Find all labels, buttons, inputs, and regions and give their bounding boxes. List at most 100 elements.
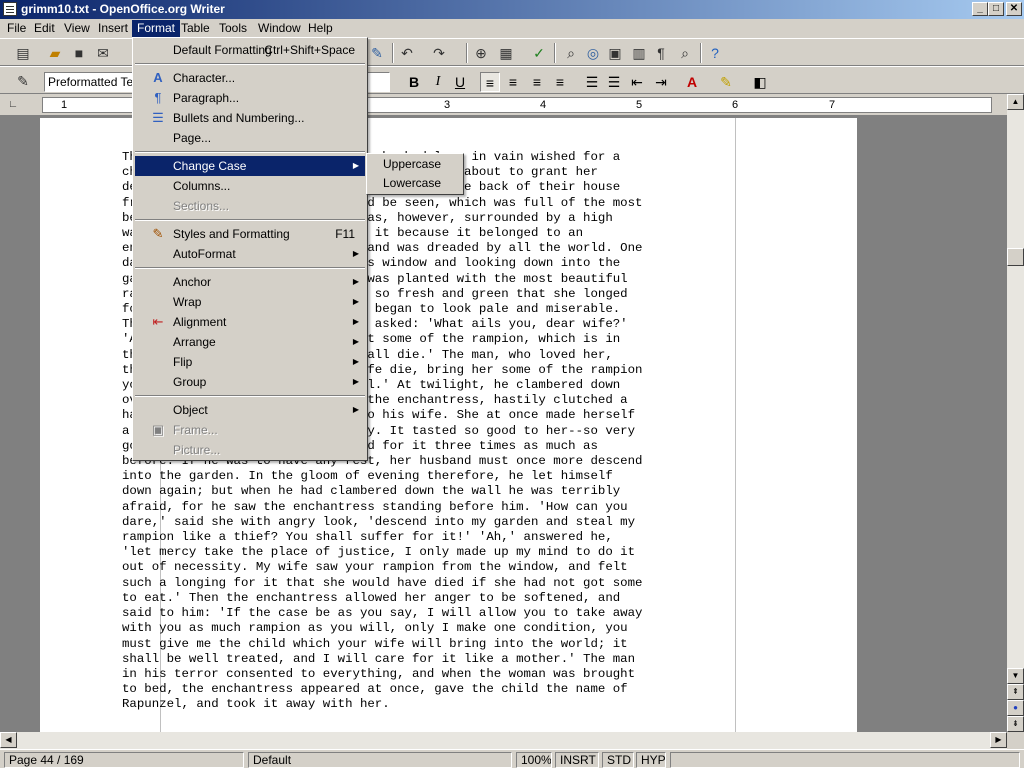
undo-icon[interactable]: ↶ <box>398 44 416 62</box>
frame-icon: ▣ <box>151 422 165 437</box>
menu-table[interactable]: Table <box>176 20 215 37</box>
vertical-scrollbar[interactable]: ▲ ▼ ⇞ ● ⇟ <box>1007 94 1024 732</box>
ruler-tick: 6 <box>732 99 739 111</box>
page-style[interactable]: Default <box>248 752 512 768</box>
bold-button[interactable]: B <box>404 72 424 92</box>
insert-mode[interactable]: INSRT <box>555 752 599 768</box>
submenu-arrow-icon: ▶ <box>352 337 359 346</box>
gallery-icon[interactable]: ▣ <box>606 44 624 62</box>
new-document-icon[interactable]: ▤ <box>14 44 32 62</box>
menu-alignment[interactable]: ⇤ Alignment ▶ <box>135 312 365 332</box>
horizontal-scrollbar[interactable]: ◀ ▶ <box>0 732 1007 749</box>
menu-autoformat[interactable]: AutoFormat ▶ <box>135 244 365 264</box>
menu-wrap[interactable]: Wrap ▶ <box>135 292 365 312</box>
menu-view[interactable]: View <box>59 20 95 37</box>
decrease-indent-button[interactable]: ⇤ <box>627 72 647 92</box>
menu-arrange[interactable]: Arrange ▶ <box>135 332 365 352</box>
previous-page-icon[interactable]: ⇞ <box>1007 684 1024 700</box>
character-icon: A <box>153 70 163 85</box>
help-icon[interactable]: ? <box>706 44 724 62</box>
email-icon[interactable]: ✉ <box>94 44 112 62</box>
zoom-icon[interactable]: ⌕ <box>676 44 694 62</box>
navigator-icon[interactable]: ◎ <box>584 44 602 62</box>
minimize-button[interactable]: _ <box>972 2 988 16</box>
submenu-arrow-icon: ▶ <box>352 357 359 366</box>
justify-button[interactable]: ≡ <box>550 72 570 92</box>
menu-flip[interactable]: Flip ▶ <box>135 352 365 372</box>
submenu-arrow-icon: ▶ <box>352 405 359 414</box>
menu-uppercase[interactable]: Uppercase <box>369 155 461 174</box>
submenu-arrow-icon: ▶ <box>352 277 359 286</box>
menu-window[interactable]: Window <box>253 20 306 37</box>
redo-icon[interactable]: ↷ <box>430 44 448 62</box>
maximize-button[interactable]: □ <box>988 2 1004 16</box>
menu-object[interactable]: Object ▶ <box>135 400 365 420</box>
menu-frame: ▣ Frame... <box>135 420 365 440</box>
scroll-left-button[interactable]: ◀ <box>0 732 17 748</box>
navigation-icon[interactable]: ● <box>1007 700 1024 716</box>
alignment-icon: ⇤ <box>152 314 164 329</box>
align-right-button[interactable]: ≡ <box>527 72 547 92</box>
bullets-icon: ☰ <box>152 110 164 125</box>
submenu-arrow-icon: ▶ <box>352 249 359 258</box>
submenu-arrow-icon: ▶ <box>352 377 359 386</box>
zoom-level[interactable]: 100% <box>516 752 552 768</box>
underline-button[interactable]: U <box>450 72 470 92</box>
open-folder-icon[interactable]: ▰ <box>46 44 64 62</box>
selection-mode[interactable]: STD <box>602 752 634 768</box>
status-info <box>670 752 1020 768</box>
menu-format[interactable]: Format <box>132 20 181 37</box>
menu-lowercase[interactable]: Lowercase <box>369 174 461 193</box>
highlight-button[interactable]: ✎ <box>716 72 736 92</box>
document-icon <box>3 2 17 16</box>
scroll-down-button[interactable]: ▼ <box>1007 668 1024 684</box>
data-sources-icon[interactable]: ▥ <box>630 44 648 62</box>
draw-functions-icon[interactable]: ✓ <box>530 44 548 62</box>
styles-icon[interactable]: ✎ <box>14 72 32 90</box>
hyperlink-mode[interactable]: HYP <box>636 752 666 768</box>
scroll-up-button[interactable]: ▲ <box>1007 94 1024 110</box>
menu-change-case[interactable]: Change Case ▶ <box>135 156 365 176</box>
page-indicator[interactable]: Page 44 / 169 <box>4 752 244 768</box>
menu-default-formatting[interactable]: Default Formatting Ctrl+Shift+Space <box>135 40 365 60</box>
menu-paragraph[interactable]: ¶ Paragraph... <box>135 88 365 108</box>
ruler-tick: 1 <box>61 99 68 111</box>
tab-stop-icon[interactable]: ∟ <box>4 96 22 114</box>
menu-file[interactable]: File <box>2 20 31 37</box>
find-replace-icon[interactable]: ⌕ <box>562 44 580 62</box>
italic-button[interactable]: I <box>428 72 448 92</box>
menu-edit[interactable]: Edit <box>29 20 60 37</box>
scroll-right-button[interactable]: ▶ <box>990 732 1007 748</box>
menu-character[interactable]: A Character... <box>135 68 365 88</box>
table-icon[interactable]: ▦ <box>497 44 515 62</box>
font-color-button[interactable]: A <box>682 72 702 92</box>
numbering-button[interactable]: ☰ <box>582 72 602 92</box>
menu-insert[interactable]: Insert <box>93 20 133 37</box>
close-button[interactable]: ✕ <box>1006 2 1022 16</box>
menu-help[interactable]: Help <box>303 20 338 37</box>
save-icon[interactable]: ■ <box>70 44 88 62</box>
scroll-thumb[interactable] <box>1007 248 1024 266</box>
align-center-button[interactable]: ≡ <box>503 72 523 92</box>
menu-group[interactable]: Group ▶ <box>135 372 365 392</box>
menu-sections: Sections... <box>173 199 230 213</box>
menu-columns[interactable]: Columns... <box>135 176 365 196</box>
menu-page[interactable]: Page... <box>135 128 365 148</box>
ruler-tick: 3 <box>444 99 451 111</box>
pilcrow-icon[interactable]: ¶ <box>652 44 670 62</box>
hyperlink-icon[interactable]: ⊕ <box>472 44 490 62</box>
menu-bullets-numbering[interactable]: ☰ Bullets and Numbering... <box>135 108 365 128</box>
menu-tools[interactable]: Tools <box>214 20 252 37</box>
menu-bar: File Edit View Insert Format Table Tools… <box>0 19 1024 38</box>
menu-picture: Picture... <box>173 443 221 457</box>
title-bar[interactable]: grimm10.txt - OpenOffice.org Writer _ □ … <box>0 0 1024 19</box>
background-color-button[interactable]: ◧ <box>750 72 770 92</box>
format-menu: Default Formatting Ctrl+Shift+Space A Ch… <box>132 37 368 461</box>
increase-indent-button[interactable]: ⇥ <box>651 72 671 92</box>
paintbrush-icon[interactable]: ✎ <box>368 44 386 62</box>
menu-anchor[interactable]: Anchor ▶ <box>135 272 365 292</box>
next-page-icon[interactable]: ⇟ <box>1007 716 1024 732</box>
align-left-button[interactable]: ≡ <box>480 72 500 92</box>
menu-styles-formatting[interactable]: ✎ Styles and Formatting F11 <box>135 224 365 244</box>
bullets-button[interactable]: ☰ <box>604 72 624 92</box>
